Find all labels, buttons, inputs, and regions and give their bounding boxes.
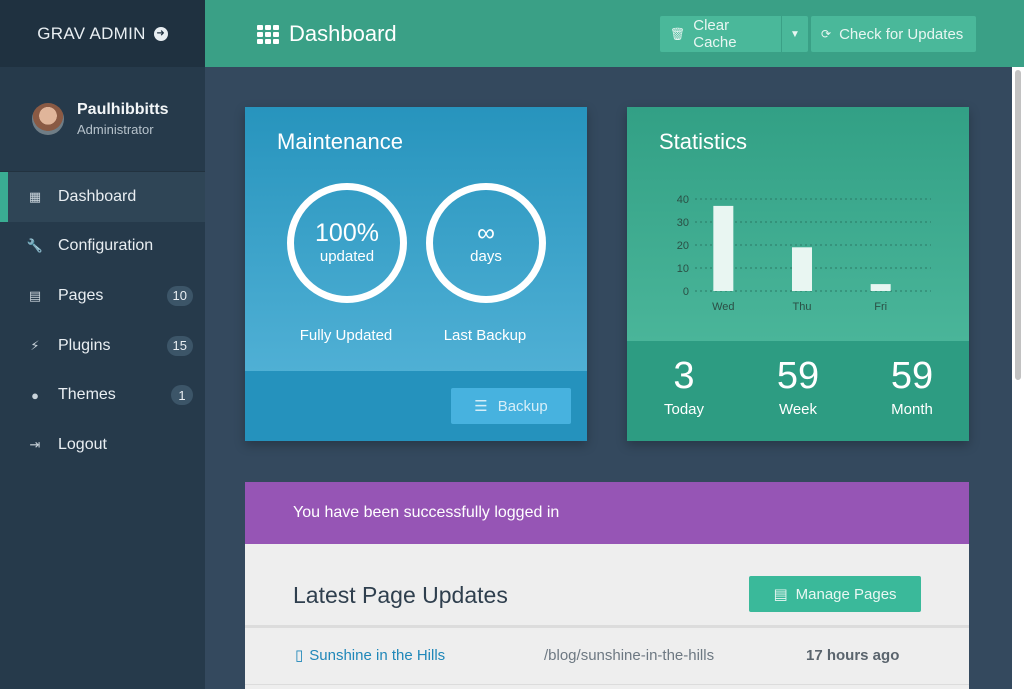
updated-ring: 100% updated	[287, 183, 407, 303]
manage-pages-label: Manage Pages	[795, 585, 897, 603]
clear-cache-label: Clear Cache	[693, 17, 737, 51]
sign-out-icon: ⇥	[29, 436, 41, 452]
table-row: ▯ Sunshine in the Hills /blog/sunshine-i…	[245, 640, 969, 670]
chart-bar	[870, 284, 891, 291]
clear-cache-dropdown-button[interactable]: ▼	[782, 16, 808, 52]
user-role: Administrator	[77, 122, 154, 137]
trash-icon: 🗑	[670, 27, 686, 41]
page-link[interactable]: ▯ Sunshine in the Hills	[295, 646, 446, 665]
arrow-circle-icon: ➜	[153, 26, 168, 41]
maintenance-title: Maintenance	[277, 129, 403, 154]
chart-y-tick-label: 40	[677, 194, 689, 206]
sidebar-item-label: Configuration	[58, 237, 154, 255]
backup-ring: ∞ days	[426, 183, 546, 303]
sidebar-item-label: Dashboard	[58, 187, 137, 205]
maintenance-card: Maintenance 100% updated ∞ days Fully Up…	[245, 107, 587, 441]
statistics-title: Statistics	[659, 129, 748, 154]
page-link-label: Sunshine in the Hills	[309, 646, 446, 664]
check-updates-button[interactable]: ⟳ Check for Updates	[811, 16, 976, 52]
refresh-icon: ⟳	[821, 27, 832, 41]
page-title: Dashboard	[257, 21, 397, 47]
sidebar-item-pages[interactable]: ▤ Pages 10	[0, 271, 205, 321]
grid-icon: ▦	[28, 188, 42, 204]
chart-x-tick-label: Wed	[712, 301, 734, 313]
chart-y-tick-label: 30	[677, 217, 689, 229]
stat-week-value: 59	[776, 355, 820, 397]
plug-icon: ⚡	[30, 337, 40, 353]
sidebar-item-label: Logout	[58, 435, 107, 453]
vertical-scrollbar[interactable]	[1012, 67, 1024, 689]
sidebar: GRAV ADMIN ➜ Paulhibbitts Administrator …	[0, 0, 205, 689]
chart-y-tick-label: 20	[677, 240, 689, 252]
chart-y-tick-label: 10	[677, 263, 689, 275]
count-badge: 15	[166, 335, 193, 356]
chart-bar	[713, 205, 734, 291]
page-title-text: Dashboard	[289, 20, 397, 46]
user-profile[interactable]: Paulhibbitts Administrator	[0, 67, 205, 172]
check-updates-label: Check for Updates	[839, 25, 964, 43]
file-icon: ▯	[295, 647, 304, 664]
latest-updates-panel: Latest Page Updates ▤ Manage Pages ▯ Sun…	[245, 544, 969, 689]
backup-button[interactable]: ☰ Backup	[451, 388, 571, 424]
stat-week-label: Week	[778, 401, 818, 418]
sidebar-item-logout[interactable]: ⇥ Logout	[0, 420, 205, 470]
stat-month-value: 59	[890, 355, 934, 397]
count-badge: 10	[166, 285, 193, 306]
grid-icon	[257, 24, 279, 44]
scrollbar-thumb[interactable]	[1015, 70, 1021, 380]
caret-down-icon: ▼	[790, 28, 800, 40]
stat-week: 59 Week	[741, 341, 855, 441]
chart-y-tick-label: 0	[683, 286, 689, 298]
sidebar-item-plugins[interactable]: ⚡ Plugins 15	[0, 321, 205, 371]
avatar	[32, 103, 64, 135]
sidebar-nav: ▦ Dashboard 🔧 Configuration ▤ Pages 10 ⚡…	[0, 172, 205, 470]
sidebar-item-label: Plugins	[58, 336, 111, 354]
stat-month-label: Month	[891, 401, 933, 418]
user-name: Paulhibbitts	[77, 101, 169, 118]
backup-value: ∞	[477, 219, 495, 247]
drop-icon: ●	[31, 387, 39, 403]
updates-title: Latest Page Updates	[293, 582, 508, 608]
clear-cache-button[interactable]: 🗑 Clear Cache	[660, 16, 781, 52]
statistics-bar-chart: 0 10 20 30 40 Wed Thu Fri	[677, 194, 931, 313]
main-content: Maintenance 100% updated ∞ days Fully Up…	[205, 67, 1012, 689]
backup-button-label: Backup	[497, 397, 548, 415]
alert-message: You have been successfully logged in	[293, 504, 560, 521]
stat-today-label: Today	[663, 401, 705, 418]
page-updated-time: 17 hours ago	[806, 646, 900, 664]
sidebar-item-label: Themes	[58, 386, 116, 404]
backup-unit: days	[470, 248, 502, 265]
sidebar-item-themes[interactable]: ● Themes 1	[0, 370, 205, 420]
stat-month: 59 Month	[855, 341, 969, 441]
backup-label: Last Backup	[443, 327, 527, 344]
maintenance-footer: ☰ Backup	[245, 371, 587, 441]
count-badge: 1	[171, 385, 193, 406]
sidebar-item-configuration[interactable]: 🔧 Configuration	[0, 222, 205, 272]
chart-x-tick-label: Fri	[874, 301, 887, 313]
statistics-footer: 3 Today 59 Week 59 Month	[627, 341, 969, 441]
statistics-card: Statistics 0 10 20 30 40 Wed Thu Fri 3 Today 59…	[627, 107, 969, 441]
updated-unit: updated	[319, 248, 375, 265]
chart-bar	[792, 247, 812, 291]
chart-x-tick-label: Thu	[793, 301, 812, 313]
divider	[245, 684, 969, 685]
app-logo[interactable]: GRAV ADMIN ➜	[0, 0, 205, 67]
wrench-icon: 🔧	[26, 238, 44, 254]
divider	[245, 625, 969, 628]
top-header: Dashboard 🗑 Clear Cache ▼ ⟳ Check for Up…	[205, 0, 1024, 67]
manage-pages-button[interactable]: ▤ Manage Pages	[749, 576, 921, 612]
sidebar-item-label: Pages	[58, 286, 104, 304]
database-icon: ☰	[474, 398, 488, 415]
stat-today: 3 Today	[627, 341, 741, 441]
page-path: /blog/sunshine-in-the-hills	[544, 646, 715, 664]
login-success-alert: You have been successfully logged in	[245, 482, 969, 544]
app-title: GRAV ADMIN	[37, 23, 146, 43]
stat-today-value: 3	[673, 355, 695, 397]
sidebar-item-dashboard[interactable]: ▦ Dashboard	[0, 172, 205, 222]
file-icon: ▤	[773, 586, 788, 603]
updated-value: 100%	[315, 219, 379, 247]
updated-label: Fully Updated	[299, 327, 393, 344]
file-icon: ▤	[28, 287, 42, 303]
